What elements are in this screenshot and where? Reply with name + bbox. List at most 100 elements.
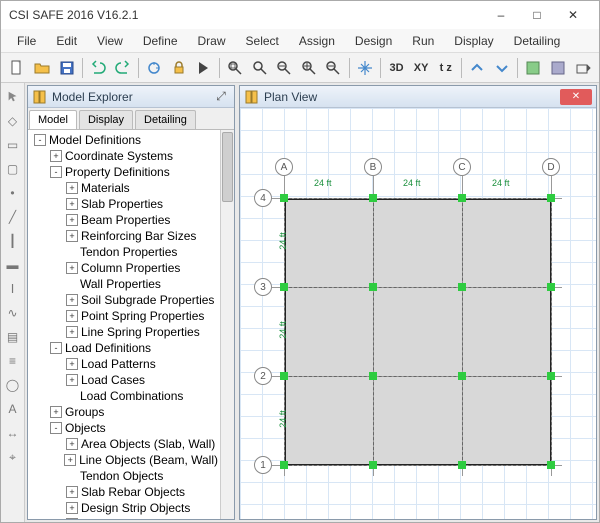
grid-intersection-point[interactable] <box>369 194 377 202</box>
menu-item-select[interactable]: Select <box>236 29 289 52</box>
tree-row[interactable]: +Line Objects (Beam, Wall) <box>30 452 218 468</box>
menu-item-edit[interactable]: Edit <box>46 29 87 52</box>
plan-canvas[interactable]: A24 ftB24 ftC24 ftD424 ft324 ft224 ft1 <box>240 108 596 519</box>
tree-row[interactable]: +Point Objects <box>30 516 218 519</box>
expand-toggle[interactable]: + <box>50 150 62 162</box>
grid-intersection-point[interactable] <box>458 194 466 202</box>
grid-bubble-row[interactable]: 2 <box>254 367 272 385</box>
run-button[interactable] <box>192 56 215 80</box>
expand-toggle[interactable]: + <box>66 310 78 322</box>
tree-row[interactable]: Wall Properties <box>30 276 218 292</box>
new-file-button[interactable] <box>6 56 29 80</box>
expand-toggle[interactable]: + <box>66 294 78 306</box>
draw-strip-tool[interactable]: ▤ <box>3 327 23 347</box>
zoom-out-button[interactable] <box>322 56 345 80</box>
pin-icon[interactable]: ⤢ <box>212 89 230 105</box>
save-button[interactable] <box>55 56 78 80</box>
expand-toggle[interactable]: + <box>66 182 78 194</box>
expand-toggle[interactable]: + <box>66 486 78 498</box>
view-tz-button[interactable]: t z <box>434 56 457 80</box>
section-button[interactable] <box>547 56 570 80</box>
redo-button[interactable] <box>111 56 134 80</box>
model-explorer-header[interactable]: Model Explorer ⤢ <box>28 86 234 108</box>
nav-up-button[interactable] <box>466 56 489 80</box>
grid-bubble-row[interactable]: 3 <box>254 278 272 296</box>
tree-row[interactable]: +Soil Subgrade Properties <box>30 292 218 308</box>
expand-toggle[interactable]: + <box>66 326 78 338</box>
vertical-scrollbar[interactable] <box>220 130 234 519</box>
tree-row[interactable]: +Coordinate Systems <box>30 148 218 164</box>
grid-bubble-row[interactable]: 4 <box>254 189 272 207</box>
zoom-in-button[interactable] <box>298 56 321 80</box>
tree-row[interactable]: -Load Definitions <box>30 340 218 356</box>
annotate-tool[interactable]: A <box>3 399 23 419</box>
menu-item-assign[interactable]: Assign <box>289 29 345 52</box>
tree-row[interactable]: +Slab Rebar Objects <box>30 484 218 500</box>
snap-tool[interactable]: ⌖ <box>3 447 23 467</box>
draw-slab-tool[interactable]: ▭ <box>3 135 23 155</box>
draw-beam-tool[interactable]: ┃ <box>3 231 23 251</box>
tree-row[interactable]: +Line Spring Properties <box>30 324 218 340</box>
zoom-extents-button[interactable] <box>248 56 271 80</box>
expand-toggle[interactable]: - <box>50 422 62 434</box>
menu-item-detailing[interactable]: Detailing <box>504 29 571 52</box>
expand-toggle[interactable]: + <box>66 198 78 210</box>
tree-row[interactable]: +Area Objects (Slab, Wall) <box>30 436 218 452</box>
nav-down-button[interactable] <box>491 56 514 80</box>
menu-item-draw[interactable]: Draw <box>188 29 236 52</box>
grid-intersection-point[interactable] <box>280 194 288 202</box>
tree-row[interactable]: Tendon Objects <box>30 468 218 484</box>
tree-row[interactable]: +Column Properties <box>30 260 218 276</box>
menu-item-design[interactable]: Design <box>345 29 402 52</box>
expand-toggle[interactable]: + <box>66 262 78 274</box>
expand-toggle[interactable]: - <box>34 134 46 146</box>
draw-opening-tool[interactable]: ◯ <box>3 375 23 395</box>
object-view-button[interactable] <box>522 56 545 80</box>
tree-row[interactable]: +Reinforcing Bar Sizes <box>30 228 218 244</box>
tree-row[interactable]: +Design Strip Objects <box>30 500 218 516</box>
grid-intersection-point[interactable] <box>458 283 466 291</box>
grid-bubble-col[interactable]: B <box>364 158 382 176</box>
panel-close-button[interactable]: ✕ <box>560 89 592 105</box>
grid-intersection-point[interactable] <box>547 194 555 202</box>
undo-button[interactable] <box>87 56 110 80</box>
expand-toggle[interactable]: + <box>66 230 78 242</box>
grid-bubble-row[interactable]: 1 <box>254 456 272 474</box>
grid-intersection-point[interactable] <box>369 372 377 380</box>
tree-row[interactable]: +Materials <box>30 180 218 196</box>
tree-row[interactable]: +Beam Properties <box>30 212 218 228</box>
scrollbar-thumb[interactable] <box>222 132 233 202</box>
tree-row[interactable]: +Point Spring Properties <box>30 308 218 324</box>
expand-toggle[interactable]: + <box>66 502 78 514</box>
lock-button[interactable] <box>168 56 191 80</box>
menu-item-run[interactable]: Run <box>402 29 444 52</box>
reshape-tool[interactable]: ◇ <box>3 111 23 131</box>
close-button[interactable]: ✕ <box>555 4 591 26</box>
pointer-tool[interactable] <box>3 87 23 107</box>
minimize-button[interactable]: ‒ <box>483 4 519 26</box>
zoom-previous-button[interactable] <box>273 56 296 80</box>
plan-view-header[interactable]: Plan View ✕ <box>240 86 596 108</box>
maximize-button[interactable]: □ <box>519 4 555 26</box>
tree-row[interactable]: -Objects <box>30 420 218 436</box>
tree-row[interactable]: +Load Patterns <box>30 356 218 372</box>
draw-rebar-tool[interactable]: ≡ <box>3 351 23 371</box>
draw-rect-tool[interactable]: ▢ <box>3 159 23 179</box>
grid-bubble-col[interactable]: C <box>453 158 471 176</box>
grid-intersection-point[interactable] <box>547 372 555 380</box>
grid-intersection-point[interactable] <box>458 461 466 469</box>
grid-intersection-point[interactable] <box>458 372 466 380</box>
view-3d-button[interactable]: 3D <box>385 56 408 80</box>
grid-intersection-point[interactable] <box>369 283 377 291</box>
grid-intersection-point[interactable] <box>280 283 288 291</box>
draw-line-tool[interactable]: ╱ <box>3 207 23 227</box>
pan-button[interactable] <box>354 56 377 80</box>
tree-row[interactable]: -Property Definitions <box>30 164 218 180</box>
tree-row[interactable]: +Slab Properties <box>30 196 218 212</box>
view-xy-button[interactable]: XY <box>410 56 433 80</box>
menu-item-file[interactable]: File <box>7 29 46 52</box>
tree-row[interactable]: -Model Definitions <box>30 132 218 148</box>
grid-intersection-point[interactable] <box>547 283 555 291</box>
grid-intersection-point[interactable] <box>547 461 555 469</box>
expand-toggle[interactable]: - <box>50 166 62 178</box>
